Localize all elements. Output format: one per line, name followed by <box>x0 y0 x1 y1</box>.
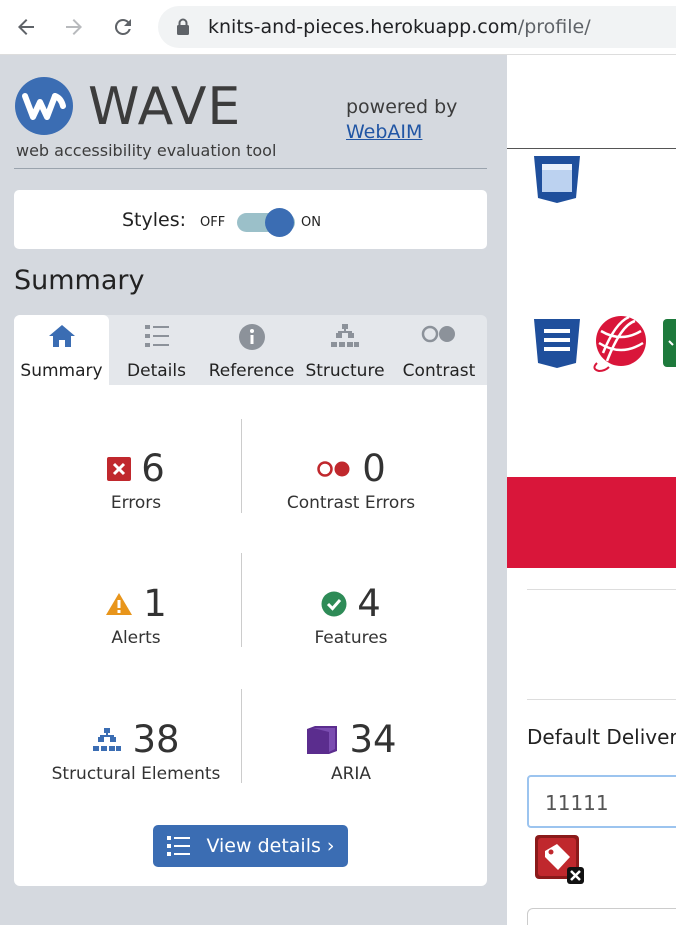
alerts-count: 1 <box>143 582 167 625</box>
styles-off-label: OFF <box>200 215 226 230</box>
summary-heading: Summary <box>14 265 145 296</box>
lock-icon <box>177 18 189 35</box>
tab-label: Reference <box>208 361 295 381</box>
reload-button[interactable] <box>106 10 140 44</box>
powered-by-text: powered by <box>346 96 458 118</box>
default-delivery-input[interactable]: 11111 <box>527 775 676 828</box>
styles-toggle-card: Styles: OFF ON <box>14 190 487 249</box>
wave-logo-icon <box>15 77 73 135</box>
arrow-right-icon <box>66 19 82 35</box>
alerts-label: Alerts <box>111 628 161 648</box>
contrast-errors-label: Contrast Errors <box>286 493 416 513</box>
tab-contrast[interactable]: Contrast <box>391 315 487 385</box>
aria-count: 34 <box>349 718 397 761</box>
arrow-left-icon <box>18 19 34 35</box>
stat-features[interactable]: 4 Features <box>236 582 466 648</box>
reload-icon <box>114 18 131 35</box>
page-content: Default Delivery 11111 <box>507 55 676 925</box>
contrast-errors-count: 0 <box>362 447 386 490</box>
features-count: 4 <box>357 582 381 625</box>
section-divider <box>527 699 676 700</box>
errors-count: 6 <box>141 447 165 490</box>
stat-contrast-errors[interactable]: 0 Contrast Errors <box>236 447 466 513</box>
home-icon <box>48 325 75 347</box>
default-delivery-value: 11111 <box>545 791 609 815</box>
panel-tabs: Summary Details Reference Structure Cont… <box>14 315 487 385</box>
tab-summary[interactable]: Summary <box>14 315 109 385</box>
view-details-label: View details › <box>206 835 335 857</box>
list-icon <box>167 836 191 856</box>
structure-list-icon[interactable] <box>532 317 582 369</box>
tab-label: Contrast <box>402 361 476 381</box>
aria-label: ARIA <box>330 764 372 784</box>
aria-icon <box>307 726 338 754</box>
browser-toolbar: knits-and-pieces.herokuapp.com/profile/ <box>0 0 676 55</box>
styles-label: Styles: <box>122 209 187 231</box>
feature-icon[interactable] <box>661 319 676 367</box>
tab-label: Structure <box>305 361 385 381</box>
address-bar[interactable]: knits-and-pieces.herokuapp.com/profile/ <box>158 6 676 48</box>
stat-structural-elements[interactable]: 38 Structural Elements <box>21 718 251 784</box>
hero-banner <box>507 477 676 568</box>
contrast-icon <box>421 325 455 343</box>
tab-label: Summary <box>20 361 103 381</box>
structural-elements-count: 38 <box>132 718 180 761</box>
list-icon <box>144 325 169 347</box>
view-details-button[interactable]: View details › <box>153 825 348 867</box>
tab-reference[interactable]: Reference <box>204 315 299 385</box>
styles-toggle-knob[interactable] <box>265 208 294 237</box>
section-divider <box>527 589 676 590</box>
forward-button[interactable] <box>57 10 91 44</box>
wave-title: WAVE <box>88 77 242 137</box>
stat-errors[interactable]: 6 Errors <box>21 447 251 513</box>
content-card <box>527 908 676 925</box>
tab-label: Details <box>127 361 186 381</box>
structure-icon <box>93 728 122 751</box>
header-divider <box>14 168 487 169</box>
contrast-error-icon <box>317 461 350 477</box>
wave-subtitle: web accessibility evaluation tool <box>16 141 277 160</box>
wave-sidebar: WAVE web accessibility evaluation tool p… <box>0 55 507 925</box>
error-icon <box>107 457 132 481</box>
webaim-link[interactable]: WebAIM <box>346 121 422 143</box>
errors-label: Errors <box>110 493 162 513</box>
summary-panel: 6 Errors 0 Contrast Errors 1 Alerts 4 Fe… <box>14 385 487 886</box>
stat-aria[interactable]: 34 ARIA <box>236 718 466 784</box>
features-label: Features <box>314 628 388 648</box>
url-host: knits-and-pieces.herokuapp.com <box>208 16 518 38</box>
default-delivery-label: Default Delivery <box>527 725 676 749</box>
structure-icon <box>331 324 359 347</box>
structural-elements-label: Structural Elements <box>51 764 221 784</box>
info-icon <box>238 324 265 350</box>
header-border <box>507 148 676 149</box>
error-label-icon[interactable] <box>535 835 585 885</box>
html5-aria-icon[interactable] <box>532 154 582 204</box>
feature-icon <box>321 591 347 617</box>
alert-icon <box>106 593 133 615</box>
tab-details[interactable]: Details <box>109 315 204 385</box>
styles-on-label: ON <box>301 215 321 230</box>
back-button[interactable] <box>9 10 43 44</box>
yarn-ball-icon <box>593 315 646 373</box>
tab-structure[interactable]: Structure <box>299 315 391 385</box>
url-text: knits-and-pieces.herokuapp.com/profile/ <box>208 16 591 38</box>
stat-alerts[interactable]: 1 Alerts <box>21 582 251 648</box>
url-path: /profile/ <box>517 16 591 38</box>
